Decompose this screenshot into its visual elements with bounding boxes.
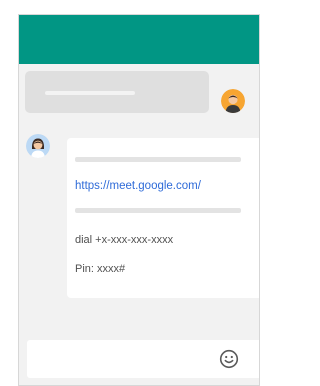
meeting-link[interactable]: https://meet.google.com/ <box>75 180 201 192</box>
message-input[interactable] <box>27 340 259 378</box>
meeting-invite-card: https://meet.google.com/ dial +x-xxx-xxx… <box>67 138 259 298</box>
redacted-text-line <box>75 157 241 162</box>
user-avatar <box>221 89 245 113</box>
app-bar <box>19 15 259 64</box>
chat-screen: https://meet.google.com/ dial +x-xxx-xxx… <box>18 14 260 386</box>
dial-in-number: dial +x-xxx-xxx-xxxx <box>75 234 174 246</box>
contact-avatar <box>26 134 50 158</box>
meeting-pin: Pin: xxxx# <box>75 263 126 275</box>
redacted-message-text <box>45 91 135 95</box>
sent-message-bubble <box>25 71 209 113</box>
emoji-icon[interactable] <box>219 349 239 369</box>
redacted-text-line <box>75 208 241 213</box>
